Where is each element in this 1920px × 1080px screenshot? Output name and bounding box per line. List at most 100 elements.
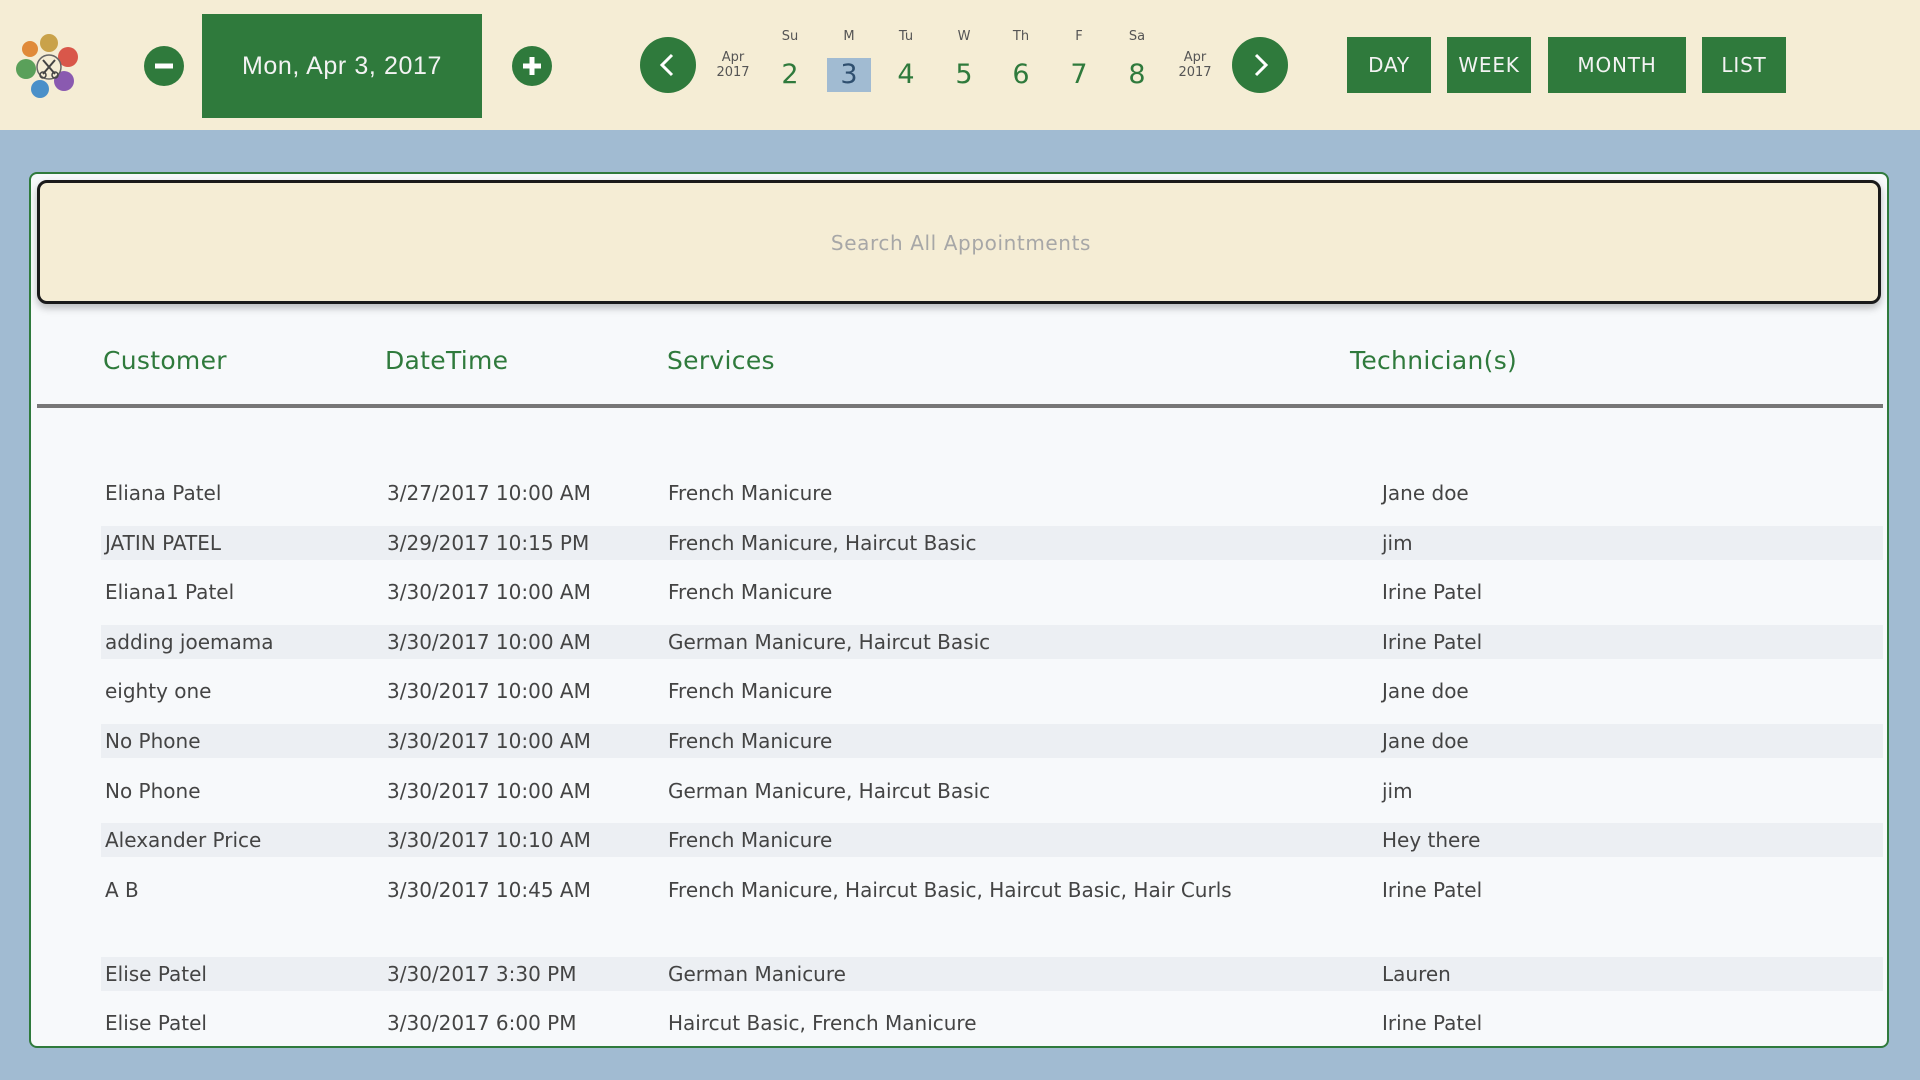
table-row[interactable]: JATIN PATEL 3/29/2017 10:15 PM French Mani…	[101, 526, 1883, 560]
view-day-button[interactable]: DAY	[1347, 37, 1431, 93]
search-box	[37, 180, 1882, 304]
services-cell: French Manicure	[668, 679, 833, 703]
services-cell: French Manicure, Haircut Basic	[668, 531, 977, 555]
table-row[interactable]: Alexander Price 3/30/2017 10:10 AM French …	[101, 823, 1883, 857]
table-row[interactable]: No Phone 3/30/2017 10:00 AM French Manicur…	[101, 724, 1883, 758]
day-abbr: Sa	[1128, 29, 1146, 44]
table-row[interactable]: Eliana1 Patel 3/30/2017 10:00 AM French Ma…	[101, 575, 1883, 609]
customer-cell: Elise Patel	[105, 1011, 207, 1035]
year-text: 2017	[716, 65, 750, 80]
day-wednesday[interactable]: W 5	[942, 28, 986, 92]
next-week-button[interactable]	[1232, 37, 1288, 93]
technician-cell: Irine Patel	[1382, 1011, 1483, 1035]
services-cell: German Manicure, Haircut Basic	[668, 630, 991, 654]
datetime-cell: 3/30/2017 10:00 AM	[387, 679, 591, 703]
minus-icon	[155, 63, 173, 69]
day-number: 2	[781, 59, 799, 90]
week-end-month-label: Apr 2017	[1170, 50, 1220, 80]
customer-cell: No Phone	[105, 779, 201, 803]
customer-cell: Elise Patel	[105, 962, 207, 986]
customer-cell: No Phone	[105, 729, 201, 753]
technician-cell: Irine Patel	[1382, 580, 1483, 604]
datetime-cell: 3/30/2017 10:00 AM	[387, 580, 591, 604]
month-text: Apr	[721, 50, 745, 65]
table-row[interactable]: Elise Patel 3/30/2017 3:30 PM German Manic…	[101, 957, 1883, 991]
table-row[interactable]: adding joemama 3/30/2017 10:00 AM German M…	[101, 625, 1883, 659]
day-saturday[interactable]: Sa 8	[1115, 28, 1159, 92]
technician-cell: jim	[1382, 531, 1413, 555]
day-number: 3	[827, 58, 871, 92]
view-list-button[interactable]: LIST	[1702, 37, 1786, 93]
table-row[interactable]: Elise Patel 3/30/2017 6:00 PM Haircut Basi…	[101, 1006, 1883, 1040]
customer-cell: adding joemama	[105, 630, 274, 654]
customer-cell: A B	[105, 878, 139, 902]
chevron-right-icon	[1254, 53, 1269, 77]
datetime-cell: 3/27/2017 10:00 AM	[387, 481, 591, 505]
view-week-button[interactable]: WEEK	[1447, 37, 1531, 93]
column-header-services[interactable]: Services	[667, 346, 775, 375]
datetime-cell: 3/30/2017 10:00 AM	[387, 630, 591, 654]
current-date-button[interactable]: Mon, Apr 3, 2017	[202, 14, 482, 118]
customer-cell: JATIN PATEL	[105, 531, 222, 555]
services-cell: German Manicure, Haircut Basic	[668, 779, 991, 803]
services-cell: French Manicure	[668, 580, 833, 604]
customer-cell: Alexander Price	[105, 828, 262, 852]
search-input[interactable]	[40, 183, 1882, 303]
plus-icon	[523, 57, 541, 75]
day-number: 4	[897, 59, 915, 90]
day-abbr: Th	[1012, 29, 1030, 44]
datetime-cell: 3/30/2017 10:45 AM	[387, 878, 591, 902]
technician-cell: Jane doe	[1382, 729, 1469, 753]
day-tuesday[interactable]: Tu 4	[884, 28, 928, 92]
day-sunday[interactable]: Su 2	[768, 28, 812, 92]
services-cell: French Manicure	[668, 729, 833, 753]
day-abbr: W	[957, 29, 971, 44]
day-abbr: F	[1075, 29, 1083, 44]
previous-day-button[interactable]	[144, 46, 184, 86]
services-cell: German Manicure	[668, 962, 846, 986]
day-abbr: Tu	[898, 29, 914, 44]
view-month-button[interactable]: MONTH	[1548, 37, 1686, 93]
technician-cell: Lauren	[1382, 962, 1451, 986]
day-monday-selected[interactable]: M 3	[827, 28, 871, 92]
technician-cell: Irine Patel	[1382, 630, 1483, 654]
services-cell: French Manicure, Haircut Basic, Haircut …	[668, 878, 1232, 902]
day-number: 6	[1012, 59, 1030, 90]
day-number: 8	[1128, 59, 1146, 90]
table-row[interactable]: eighty one 3/30/2017 10:00 AM French Manic…	[101, 674, 1883, 708]
day-abbr: Su	[781, 29, 799, 44]
day-abbr: M	[843, 29, 855, 44]
day-number: 7	[1070, 59, 1088, 90]
column-header-technicians[interactable]: Technician(s)	[1350, 346, 1517, 375]
previous-week-button[interactable]	[640, 37, 696, 93]
customer-cell: eighty one	[105, 679, 212, 703]
technician-cell: Jane doe	[1382, 679, 1469, 703]
technician-cell: jim	[1382, 779, 1413, 803]
month-text: Apr	[1183, 50, 1207, 65]
table-row[interactable]: No Phone 3/30/2017 10:00 AM German Manicur…	[101, 774, 1883, 808]
column-header-customer[interactable]: Customer	[103, 346, 227, 375]
appointments-panel: Customer DateTime Services Technician(s)…	[29, 172, 1889, 1048]
column-header-datetime[interactable]: DateTime	[385, 346, 508, 375]
year-text: 2017	[1178, 65, 1212, 80]
services-cell: French Manicure	[668, 828, 833, 852]
datetime-cell: 3/30/2017 10:10 AM	[387, 828, 591, 852]
technician-cell: Irine Patel	[1382, 878, 1483, 902]
top-toolbar: Mon, Apr 3, 2017 Apr 2017 Su 2 M 3 Tu 4 …	[0, 0, 1920, 130]
datetime-cell: 3/30/2017 6:00 PM	[387, 1011, 577, 1035]
services-cell: Haircut Basic, French Manicure	[668, 1011, 977, 1035]
datetime-cell: 3/29/2017 10:15 PM	[387, 531, 590, 555]
day-thursday[interactable]: Th 6	[999, 28, 1043, 92]
customer-cell: Eliana1 Patel	[105, 580, 235, 604]
services-cell: French Manicure	[668, 481, 833, 505]
technician-cell: Hey there	[1382, 828, 1481, 852]
table-row[interactable]: Eliana Patel 3/27/2017 10:00 AM French Man…	[101, 476, 1883, 510]
next-day-button[interactable]	[512, 46, 552, 86]
chevron-left-icon	[659, 53, 674, 77]
day-friday[interactable]: F 7	[1057, 28, 1101, 92]
table-row[interactable]: A B 3/30/2017 10:45 AM French Manicure, Ha…	[101, 873, 1883, 907]
header-divider	[37, 404, 1883, 408]
datetime-cell: 3/30/2017 3:30 PM	[387, 962, 577, 986]
salon-logo-icon	[14, 29, 84, 101]
week-start-month-label: Apr 2017	[708, 50, 758, 80]
